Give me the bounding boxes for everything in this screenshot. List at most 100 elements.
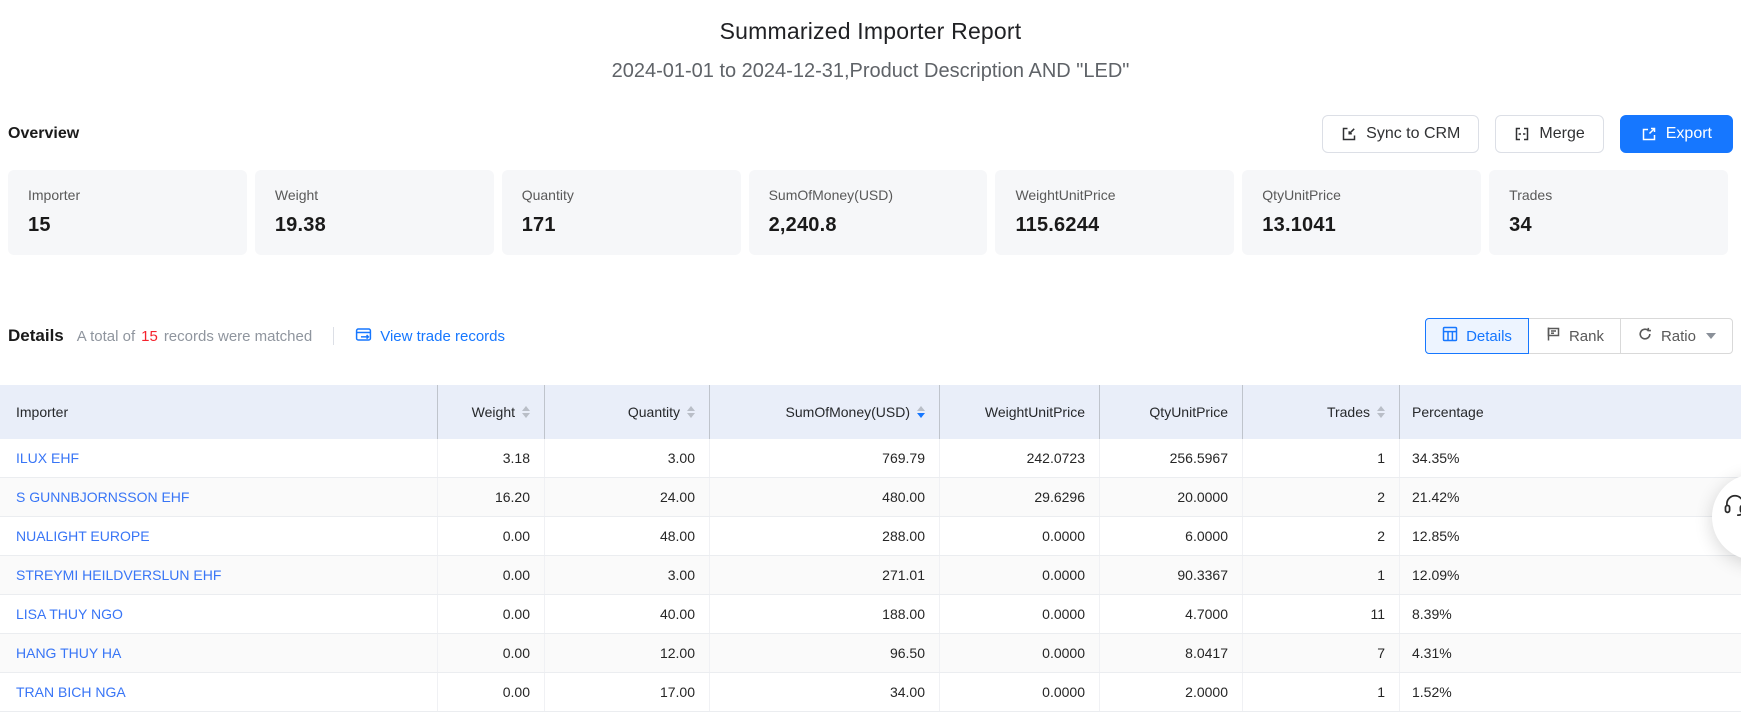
cell-trades: 2 <box>1243 517 1400 555</box>
cell-weight: 0.00 <box>438 517 545 555</box>
importer-link[interactable]: TRAN BICH NGA <box>16 684 126 700</box>
overview-bar: Overview Sync to CRM <box>8 115 1733 153</box>
cell-quantity: 17.00 <box>545 673 710 711</box>
stat-card-quantity: Quantity 171 <box>502 170 741 255</box>
cell-weight-unit-price: 0.0000 <box>940 634 1100 672</box>
cell-percentage: 12.09% <box>1400 556 1741 594</box>
cell-percentage: 4.31% <box>1400 634 1741 672</box>
cell-qty-unit-price: 6.0000 <box>1100 517 1243 555</box>
cell-trades: 1 <box>1243 556 1400 594</box>
column-header-quantity[interactable]: Quantity <box>545 385 710 439</box>
column-header-weightunitprice: WeightUnitPrice <box>940 385 1100 439</box>
cell-importer: STREYMI HEILDVERSLUN EHF <box>0 556 438 594</box>
sort-carets-icon[interactable] <box>917 406 925 418</box>
cell-quantity: 3.00 <box>545 439 710 477</box>
sort-carets-icon[interactable] <box>687 406 695 418</box>
cell-weight: 3.18 <box>438 439 545 477</box>
sync-to-crm-label: Sync to CRM <box>1366 125 1460 143</box>
cell-sum-of-money: 96.50 <box>710 634 940 672</box>
column-label: Quantity <box>628 404 680 420</box>
cell-quantity: 48.00 <box>545 517 710 555</box>
cell-qty-unit-price: 256.5967 <box>1100 439 1243 477</box>
cell-weight: 0.00 <box>438 556 545 594</box>
cell-sum-of-money: 288.00 <box>710 517 940 555</box>
column-header-sumofmoney-usd[interactable]: SumOfMoney(USD) <box>710 385 940 439</box>
column-header-importer: Importer <box>0 385 438 439</box>
match-suffix: records were matched <box>164 328 312 345</box>
cell-weight-unit-price: 242.0723 <box>940 439 1100 477</box>
stat-value: 19.38 <box>275 214 474 237</box>
tab-rank[interactable]: Rank <box>1528 318 1621 354</box>
column-label: Trades <box>1327 404 1370 420</box>
column-header-trades[interactable]: Trades <box>1243 385 1400 439</box>
cell-weight-unit-price: 0.0000 <box>940 595 1100 633</box>
cell-importer: LISA THUY NGO <box>0 595 438 633</box>
column-header-percentage: Percentage <box>1400 385 1741 439</box>
cell-sum-of-money: 769.79 <box>710 439 940 477</box>
page-subtitle: 2024-01-01 to 2024-12-31,Product Descrip… <box>0 58 1741 84</box>
leaderboard-icon <box>1545 326 1561 346</box>
cell-sum-of-money: 480.00 <box>710 478 940 516</box>
cell-percentage: 21.42% <box>1400 478 1741 516</box>
table-body: ILUX EHF3.183.00769.79242.0723256.596713… <box>0 439 1741 712</box>
cell-trades: 1 <box>1243 673 1400 711</box>
cell-sum-of-money: 34.00 <box>710 673 940 711</box>
stat-label: Trades <box>1509 187 1708 203</box>
importer-link[interactable]: STREYMI HEILDVERSLUN EHF <box>16 567 221 583</box>
sort-carets-icon[interactable] <box>1377 406 1385 418</box>
table-row: TRAN BICH NGA0.0017.0034.000.00002.00001… <box>0 673 1741 712</box>
cell-trades: 1 <box>1243 439 1400 477</box>
cell-quantity: 3.00 <box>545 556 710 594</box>
stat-card-qtyunitprice: QtyUnitPrice13.1041 <box>1242 170 1481 255</box>
merge-button[interactable]: Merge <box>1495 115 1603 153</box>
cell-percentage: 8.39% <box>1400 595 1741 633</box>
stat-value: 15 <box>28 214 227 237</box>
export-button[interactable]: Export <box>1620 115 1733 153</box>
stat-label: Weight <box>275 187 474 203</box>
details-bar: Details A total of 15 records were match… <box>8 318 1733 354</box>
view-mode-tabs: Details Rank <box>1425 318 1733 354</box>
cell-trades: 7 <box>1243 634 1400 672</box>
match-count: 15 <box>135 328 164 345</box>
column-label: WeightUnitPrice <box>985 404 1085 420</box>
importer-link[interactable]: S GUNNBJORNSSON EHF <box>16 489 189 505</box>
cell-weight-unit-price: 0.0000 <box>940 556 1100 594</box>
stat-value: 171 <box>522 214 721 237</box>
view-trade-records-link[interactable]: View trade records <box>355 326 505 347</box>
tab-details[interactable]: Details <box>1425 318 1529 354</box>
stat-card-weightunitprice: WeightUnitPrice115.6244 <box>995 170 1234 255</box>
sort-carets-icon[interactable] <box>522 406 530 418</box>
table-row: STREYMI HEILDVERSLUN EHF0.003.00271.010.… <box>0 556 1741 595</box>
cell-importer: TRAN BICH NGA <box>0 673 438 711</box>
tab-rank-label: Rank <box>1569 328 1604 345</box>
cell-percentage: 1.52% <box>1400 673 1741 711</box>
table-header-row: Importer Weight Quantity SumOfMoney(USD) Wei… <box>0 385 1741 439</box>
cell-percentage: 34.35% <box>1400 439 1741 477</box>
importer-link[interactable]: NUALIGHT EUROPE <box>16 528 150 544</box>
column-header-weight[interactable]: Weight <box>438 385 545 439</box>
merge-label: Merge <box>1539 125 1584 143</box>
match-prefix: A total of <box>77 328 135 345</box>
cell-quantity: 12.00 <box>545 634 710 672</box>
column-label: Weight <box>472 404 515 420</box>
sync-to-crm-button[interactable]: Sync to CRM <box>1322 115 1479 153</box>
cell-importer: ILUX EHF <box>0 439 438 477</box>
cell-qty-unit-price: 8.0417 <box>1100 634 1243 672</box>
column-label: SumOfMoney(USD) <box>786 404 910 420</box>
table-row: HANG THUY HA 0.0012.0096.500.00008.041774… <box>0 634 1741 673</box>
trade-records-icon <box>355 326 372 347</box>
overview-heading: Overview <box>8 125 79 143</box>
import-arrow-icon <box>1341 126 1357 142</box>
cell-weight: 0.00 <box>438 595 545 633</box>
importer-link[interactable]: ILUX EHF <box>16 450 79 466</box>
stat-label: Quantity <box>522 187 721 203</box>
cell-importer: HANG THUY HA <box>0 634 438 672</box>
tab-ratio[interactable]: Ratio <box>1620 318 1733 354</box>
stat-value: 115.6244 <box>1015 214 1214 237</box>
cell-weight: 0.00 <box>438 634 545 672</box>
importer-link[interactable]: LISA THUY NGO <box>16 606 123 622</box>
cell-quantity: 40.00 <box>545 595 710 633</box>
page-title: Summarized Importer Report <box>0 0 1741 46</box>
chevron-down-icon <box>1706 333 1716 339</box>
importer-link[interactable]: HANG THUY HA <box>16 645 121 661</box>
